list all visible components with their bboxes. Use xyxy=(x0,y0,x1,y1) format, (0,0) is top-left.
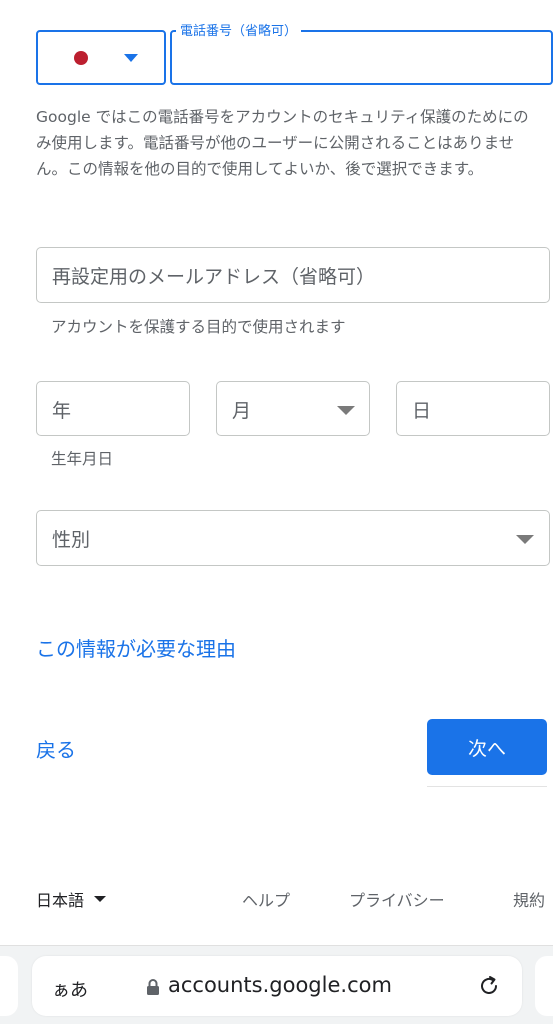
birth-day-placeholder: 日 xyxy=(412,400,432,422)
chevron-down-icon xyxy=(516,535,534,544)
phone-number-label: 電話番号（省略可） xyxy=(176,24,302,40)
language-label: 日本語 xyxy=(36,891,85,910)
chevron-down-icon xyxy=(124,54,138,62)
chevron-down-icon xyxy=(94,896,107,902)
birth-month-placeholder: 月 xyxy=(232,400,252,422)
recovery-email-helper: アカウントを保護する目的で使用されます xyxy=(51,318,346,336)
help-link[interactable]: ヘルプ xyxy=(242,887,290,911)
text-size-button[interactable]: ぁあ xyxy=(52,976,88,1002)
reload-icon[interactable] xyxy=(477,974,501,998)
language-selector[interactable]: 日本語 xyxy=(36,887,107,911)
divider xyxy=(427,786,547,787)
birth-year-placeholder: 年 xyxy=(52,400,72,422)
country-code-selector[interactable] xyxy=(36,30,166,85)
phone-privacy-notice: Google ではこの電話番号をアカウントのセキュリティ保護のためにのみ使用しま… xyxy=(36,108,529,178)
address-bar[interactable]: ぁあ accounts.google.com xyxy=(32,956,522,1016)
privacy-link[interactable]: プライバシー xyxy=(349,887,445,911)
lock-icon xyxy=(147,979,159,995)
why-info-link[interactable]: この情報が必要な理由 xyxy=(36,633,236,662)
chevron-down-icon xyxy=(337,406,355,415)
birth-year-input[interactable]: 年 xyxy=(36,381,190,436)
recovery-email-input[interactable]: 再設定用のメールアドレス（省略可） xyxy=(36,247,550,303)
next-button[interactable]: 次へ xyxy=(427,719,547,775)
gender-placeholder: 性別 xyxy=(52,529,91,551)
japan-flag-icon xyxy=(74,51,88,65)
next-tab-edge[interactable] xyxy=(535,956,553,1016)
birthday-helper: 生年月日 xyxy=(51,450,114,468)
back-button[interactable]: 戻る xyxy=(36,734,76,763)
previous-tab-edge[interactable] xyxy=(0,956,18,1016)
birth-day-input[interactable]: 日 xyxy=(396,381,550,436)
recovery-email-placeholder: 再設定用のメールアドレス（省略可） xyxy=(52,266,376,288)
url-text: accounts.google.com xyxy=(168,973,392,997)
gender-select[interactable]: 性別 xyxy=(36,510,550,566)
birth-month-select[interactable]: 月 xyxy=(216,381,370,436)
terms-link[interactable]: 規約 xyxy=(513,887,553,911)
